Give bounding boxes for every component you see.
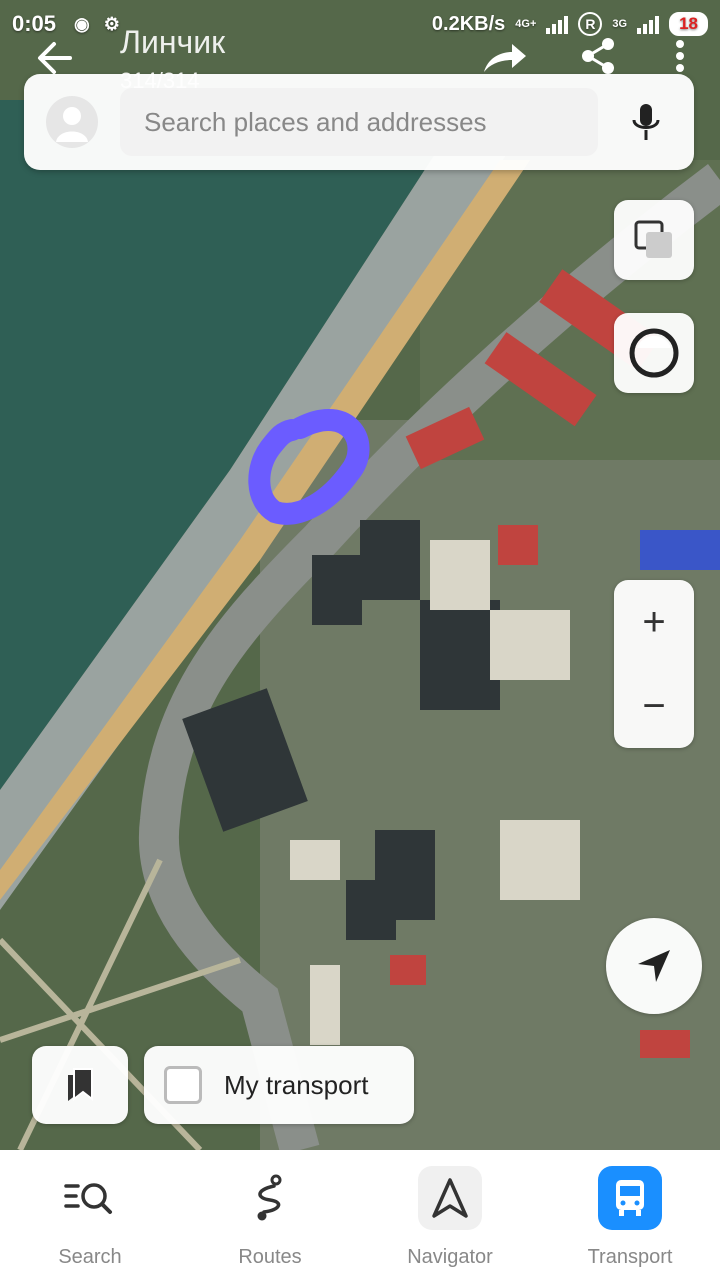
my-location-button[interactable]: [606, 918, 702, 1014]
share-icon[interactable]: [578, 36, 618, 76]
map-layers-button[interactable]: [614, 200, 694, 280]
more-vert-icon[interactable]: [668, 36, 692, 76]
location-arrow-icon: [638, 950, 670, 982]
nav-routes[interactable]: Routes: [180, 1150, 360, 1280]
compass-button[interactable]: [614, 313, 694, 393]
gallery-title: Линчик: [120, 24, 226, 60]
my-transport-checkbox[interactable]: [164, 1066, 202, 1104]
bottom-navigation: Search Routes Navigator Transport: [0, 1150, 720, 1280]
bookmarks-icon: [68, 1068, 93, 1102]
navigator-icon: [418, 1166, 482, 1230]
nav-search[interactable]: Search: [0, 1150, 180, 1280]
zoom-in-button[interactable]: +: [614, 580, 694, 664]
nav-transport[interactable]: Transport: [540, 1150, 720, 1280]
routes-icon: [238, 1166, 302, 1230]
search-list-icon: [58, 1166, 122, 1230]
microphone-icon[interactable]: [628, 102, 664, 142]
forward-icon[interactable]: [480, 38, 528, 78]
zoom-out-button[interactable]: −: [614, 664, 694, 748]
my-transport-label: My transport: [224, 1069, 369, 1100]
layers-icon: [634, 220, 672, 258]
bus-icon: [598, 1166, 662, 1230]
zoom-controls: + −: [614, 580, 694, 748]
gallery-header: Линчик 314/314: [0, 24, 720, 104]
back-arrow-icon[interactable]: [36, 38, 76, 78]
nav-routes-label: Routes: [238, 1246, 302, 1268]
compass-icon: [629, 328, 679, 378]
nav-navigator-label: Navigator: [407, 1246, 493, 1268]
nav-search-label: Search: [58, 1246, 122, 1268]
bookmarks-button[interactable]: [32, 1046, 128, 1124]
gallery-counter: 314/314: [120, 68, 200, 93]
nav-navigator[interactable]: Navigator: [360, 1150, 540, 1280]
my-transport-toggle[interactable]: My transport: [144, 1046, 414, 1124]
nav-transport-label: Transport: [587, 1246, 673, 1268]
